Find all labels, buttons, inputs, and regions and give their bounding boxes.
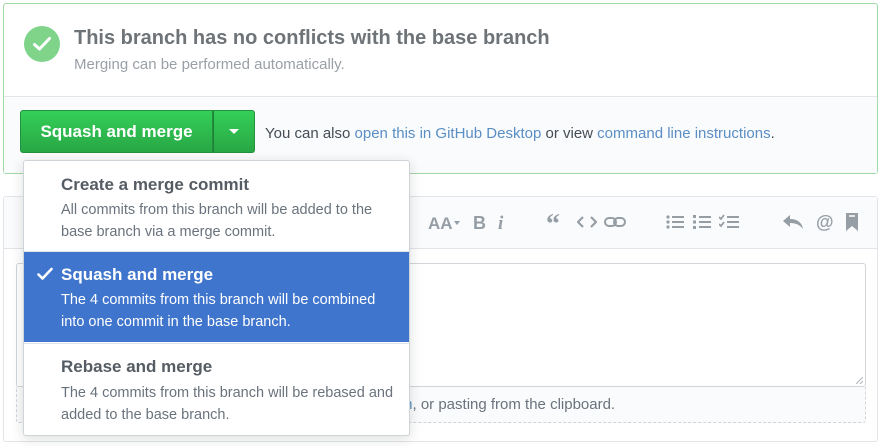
- also-middle: or view: [541, 125, 598, 142]
- svg-text:B: B: [473, 213, 486, 231]
- also-suffix: .: [770, 125, 775, 142]
- svg-text:i: i: [498, 213, 504, 231]
- reply-icon[interactable]: [781, 211, 807, 233]
- menu-item-create-merge-commit[interactable]: Create a merge commit All commits from t…: [24, 161, 409, 252]
- caret-down-icon: [229, 129, 239, 134]
- bullet-list-icon[interactable]: [665, 211, 685, 233]
- code-icon[interactable]: [576, 211, 598, 233]
- italic-icon[interactable]: i: [495, 211, 509, 233]
- merge-method-menu: Create a merge commit All commits from t…: [23, 160, 410, 436]
- also-prefix: You can also: [265, 125, 355, 142]
- command-line-instructions-link[interactable]: command line instructions: [597, 125, 770, 142]
- quote-icon[interactable]: “: [545, 211, 567, 233]
- attach-hint-rest: , or pasting from the clipboard.: [412, 396, 616, 413]
- bold-icon[interactable]: B: [470, 211, 488, 233]
- open-in-desktop-link[interactable]: open this in GitHub Desktop: [355, 125, 542, 142]
- menu-item-description: All commits from this branch will be add…: [61, 202, 373, 240]
- svg-text:@: @: [816, 213, 834, 231]
- merge-status-row: This branch has no conflicts with the ba…: [4, 4, 877, 96]
- link-icon[interactable]: [604, 211, 626, 233]
- menu-item-title: Create a merge commit: [61, 175, 250, 194]
- merge-alternatives-text: You can also open this in GitHub Desktop…: [265, 125, 775, 142]
- menu-item-squash-and-merge[interactable]: Squash and merge The 4 commits from this…: [24, 252, 409, 342]
- status-title: This branch has no conflicts with the ba…: [74, 27, 550, 49]
- squash-and-merge-button[interactable]: Squash and merge: [20, 110, 213, 153]
- menu-item-description: The 4 commits from this branch will be c…: [61, 292, 376, 330]
- status-subtitle: Merging can be performed automatically.: [74, 56, 345, 73]
- success-check-icon: [24, 26, 60, 62]
- menu-item-title: Rebase and merge: [61, 357, 213, 376]
- svg-text:“: “: [546, 213, 560, 231]
- resize-grip-icon[interactable]: [855, 376, 863, 384]
- numbered-list-icon[interactable]: [692, 211, 712, 233]
- attach-hint: m, or pasting from the clipboard.: [400, 396, 615, 413]
- menu-item-title: Squash and merge: [61, 265, 214, 284]
- text-size-icon[interactable]: AA: [427, 211, 461, 233]
- merge-method-dropdown-toggle[interactable]: [213, 110, 255, 153]
- menu-item-rebase-and-merge[interactable]: Rebase and merge The 4 commits from this…: [24, 343, 409, 437]
- task-list-icon[interactable]: [718, 211, 740, 233]
- bookmark-icon[interactable]: [844, 211, 860, 233]
- checkmark-icon: [37, 267, 53, 280]
- svg-text:AA: AA: [428, 214, 453, 231]
- merge-button-group: Squash and merge: [20, 110, 255, 153]
- menu-item-description: The 4 commits from this branch will be r…: [61, 385, 394, 423]
- mention-icon[interactable]: @: [815, 211, 835, 233]
